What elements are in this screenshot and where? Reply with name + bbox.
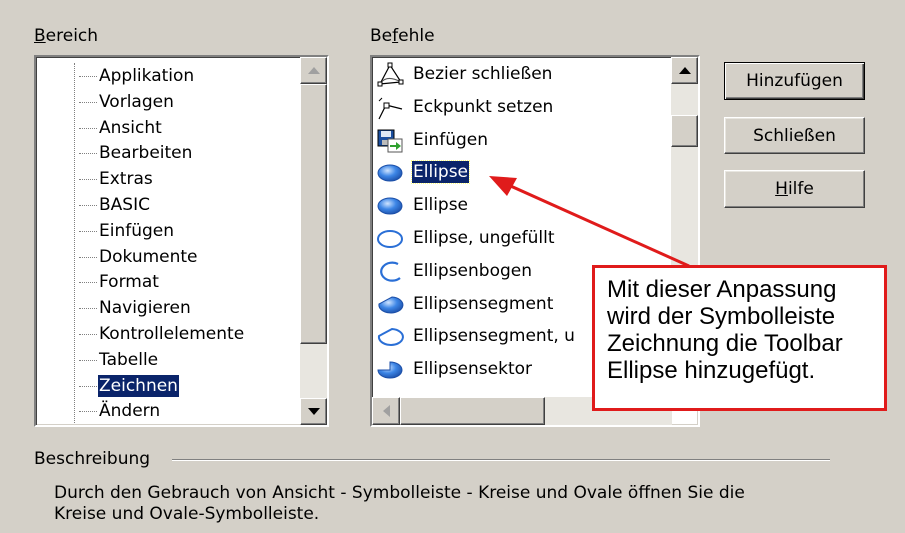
arrow-line bbox=[503, 181, 690, 268]
annotation-callout: Mit dieser Anpassung wird der Symbolleist… bbox=[592, 265, 887, 411]
beschreibung-label: Beschreibung bbox=[34, 449, 151, 469]
beschreibung-text: Durch den Gebrauch von Ansicht - Symboll… bbox=[54, 483, 745, 525]
callout-line: Zeichnung die Toolbar bbox=[607, 330, 843, 357]
beschreibung-text-line: Kreise und Ovale-Symbolleiste. bbox=[54, 504, 320, 524]
callout-line: Mit dieser Anpassung bbox=[607, 276, 837, 303]
callout-line: Ellipse hinzugefügt. bbox=[607, 357, 816, 384]
beschreibung-divider bbox=[172, 459, 830, 461]
beschreibung-text-line: Durch den Gebrauch von Ansicht - Symboll… bbox=[54, 483, 745, 503]
callout-line: wird der Symbolleiste bbox=[607, 303, 836, 330]
